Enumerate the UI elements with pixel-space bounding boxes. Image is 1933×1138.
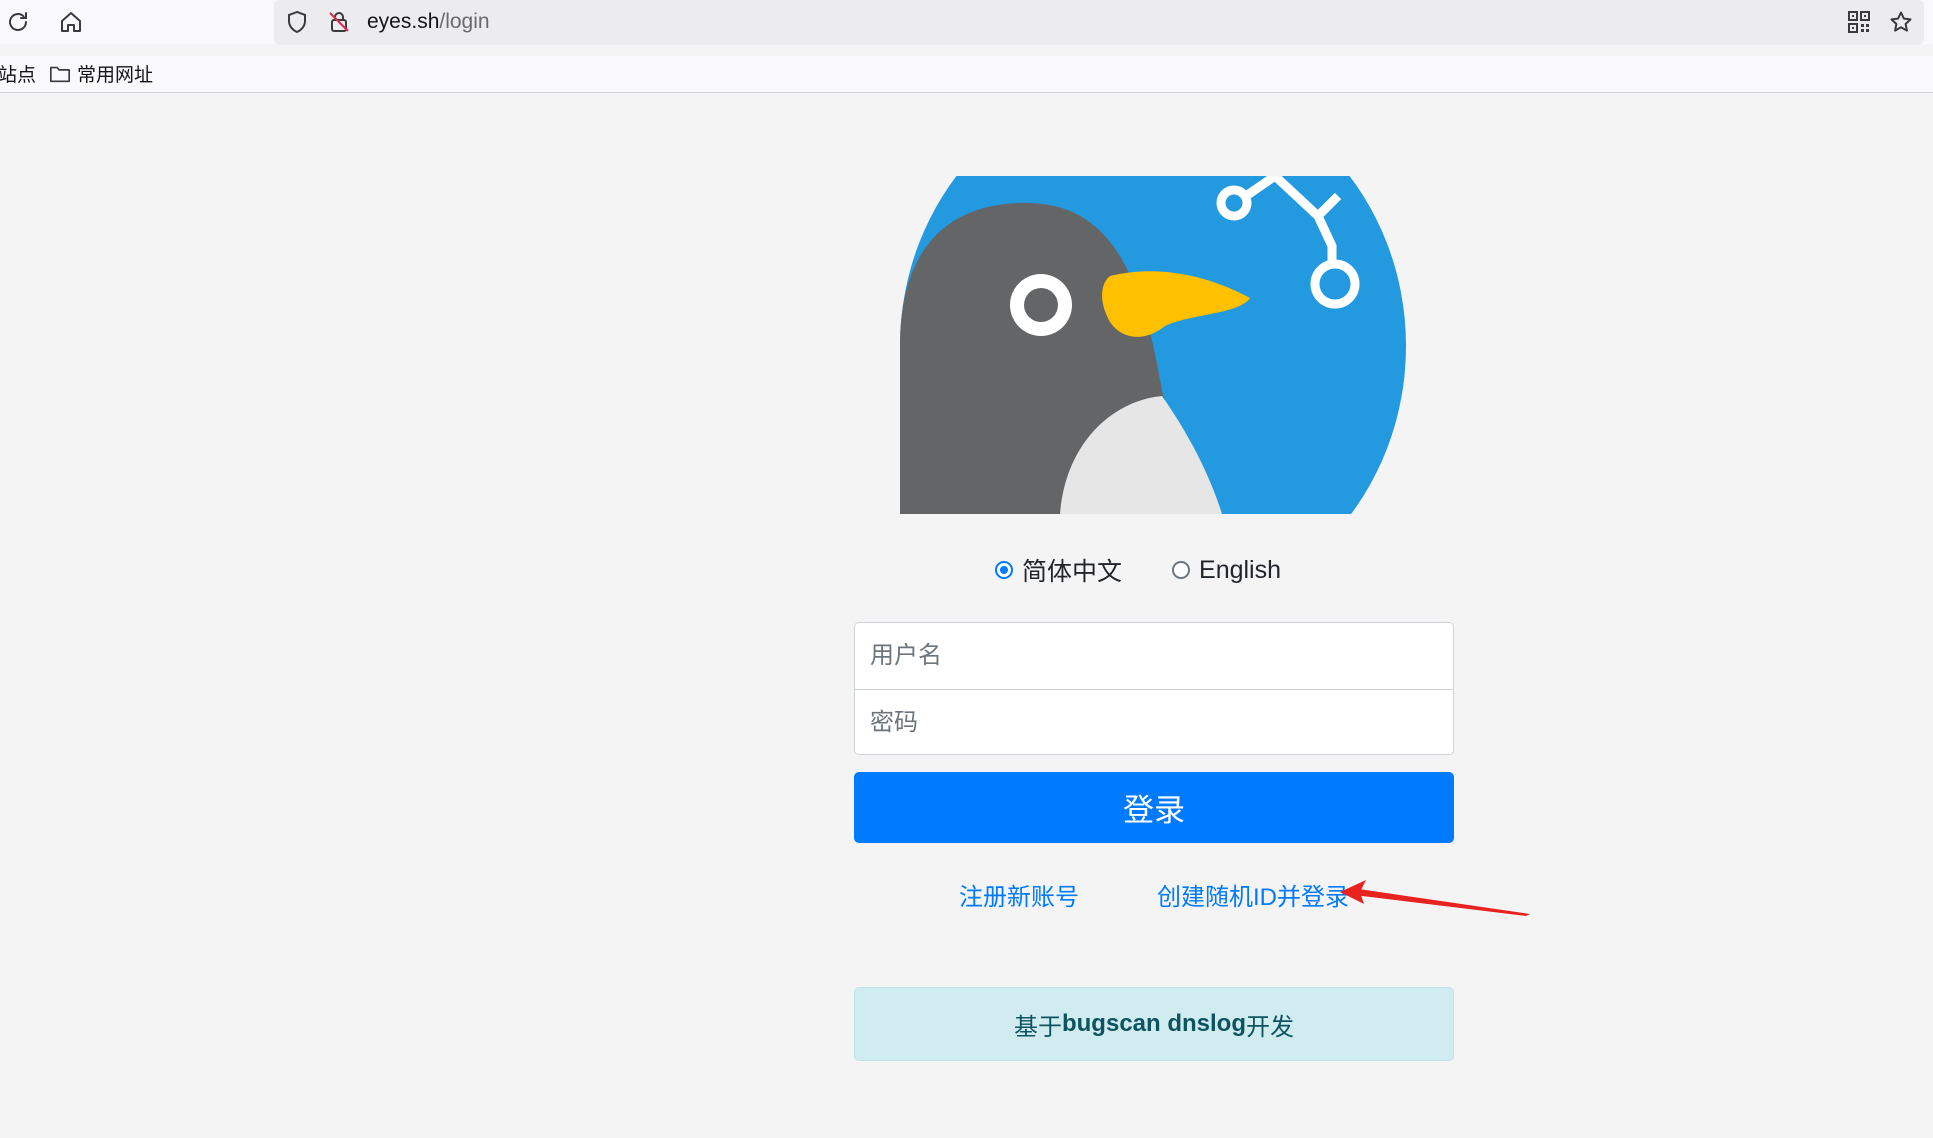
language-option-en[interactable]: English: [1172, 556, 1281, 585]
footer-suffix: 开发: [1246, 1013, 1294, 1041]
bookmark-label: 站点: [0, 65, 37, 86]
radio-checked-icon[interactable]: [995, 561, 1013, 579]
url-host: eyes.sh: [367, 10, 440, 33]
language-selector: 简体中文 English: [995, 552, 1281, 588]
register-link[interactable]: 注册新账号: [959, 882, 1079, 914]
home-icon: [61, 12, 81, 32]
penguin-logo: [900, 176, 1406, 514]
folder-icon: [50, 66, 70, 82]
language-label-zh: 简体中文: [1022, 558, 1123, 586]
language-option-zh[interactable]: 简体中文: [995, 552, 1122, 588]
radio-unchecked-icon[interactable]: [1172, 561, 1191, 579]
bookmark-folder-common[interactable]: 常用网址: [49, 60, 153, 87]
footer-info-box: 基于 bugscan dnslog 开发: [854, 987, 1454, 1061]
bookmark-star-icon[interactable]: [1889, 10, 1913, 34]
footer-prefix: 基于: [1013, 1013, 1062, 1041]
password-input[interactable]: [855, 689, 1453, 754]
browser-nav-bar: eyes.sh/login: [0, 0, 1933, 45]
reload-icon: [9, 12, 27, 31]
bookmark-sites[interactable]: 站点: [0, 60, 36, 87]
shield-icon[interactable]: [285, 10, 309, 34]
username-input[interactable]: [855, 623, 1453, 689]
random-id-login-link[interactable]: 创建随机ID并登录: [1157, 882, 1349, 914]
reload-button[interactable]: [3, 7, 33, 37]
home-button[interactable]: [56, 7, 86, 37]
url-text[interactable]: eyes.sh/login: [367, 10, 490, 34]
url-path: /login: [439, 10, 490, 33]
bookmarks-bar: 站点 常用网址: [0, 56, 1933, 93]
qr-code-icon[interactable]: [1847, 10, 1871, 34]
footer-bold: bugscan dnslog: [1061, 1010, 1246, 1037]
login-form-fields: [854, 622, 1454, 755]
login-button[interactable]: 登录: [854, 772, 1454, 843]
penguin-pupil: [1024, 288, 1058, 322]
language-label-en: English: [1199, 555, 1282, 584]
bookmark-label: 常用网址: [77, 65, 154, 86]
annotation-arrow: [1340, 880, 1530, 916]
url-bar[interactable]: eyes.sh/login: [274, 0, 1924, 45]
insecure-lock-icon[interactable]: [327, 10, 351, 34]
